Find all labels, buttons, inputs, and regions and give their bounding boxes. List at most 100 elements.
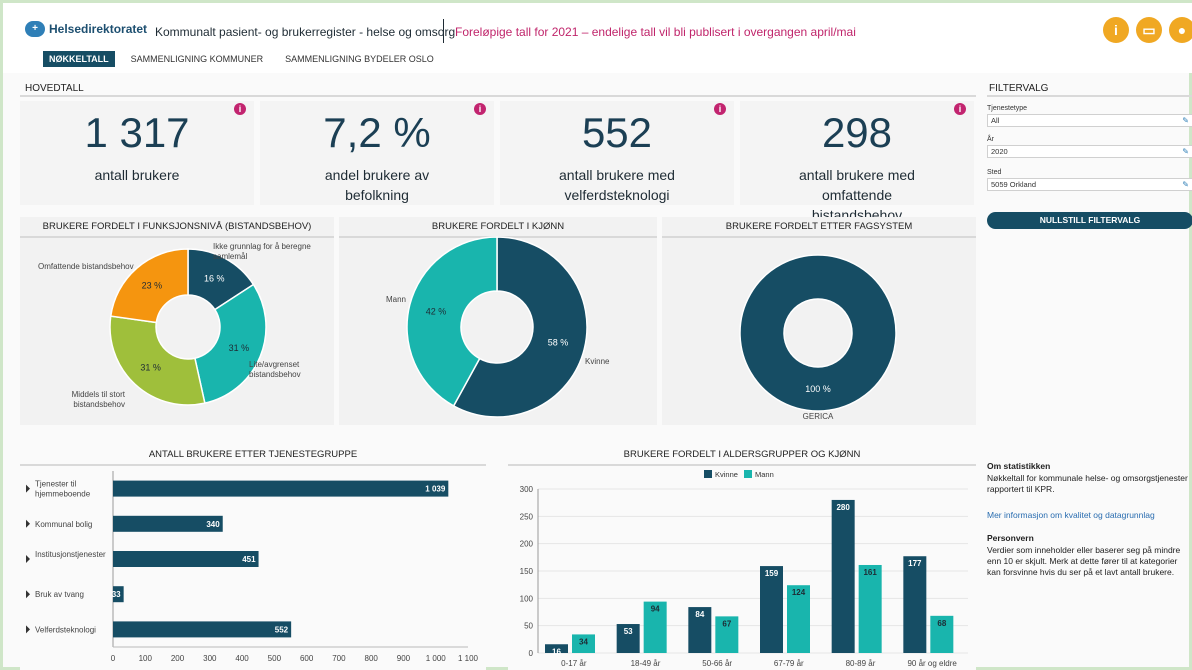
expand-arrow-icon [26, 555, 30, 563]
pie-chart-function-level: 16 % Ikke grunnlag for å beregne samlemål 3… [38, 242, 311, 409]
filter-label: Tjenestetype [987, 105, 1028, 112]
filter-label: Sted [987, 169, 1002, 176]
tab-nokkeltall[interactable]: NØKKELTALL [43, 51, 115, 67]
x-tick-label: 800 [365, 654, 379, 663]
about-link[interactable]: Mer informasjon om kvalitet og datagrunn… [987, 510, 1192, 521]
x-tick-label: 1 100 [458, 654, 479, 663]
expand-arrow-icon [26, 484, 30, 493]
privacy-text: Verdier som inneholder eller baserer seg… [987, 545, 1181, 577]
edit-icon[interactable]: ✎ [1182, 180, 1189, 189]
pie-chart-gender: 58 % Kvinne 42 % Mann [386, 236, 610, 418]
kpi-label: antall brukere [94, 167, 180, 183]
y-tick-label: 300 [520, 485, 534, 494]
y-tick-label: 150 [520, 567, 534, 576]
filter-value: 5059 Orkland [991, 180, 1037, 189]
data-label: 100 % [805, 384, 831, 394]
data-label: 16 % [204, 274, 225, 284]
category-label: Tjenester til hjemmeboende [35, 480, 91, 499]
reset-filters-button[interactable]: NULLSTILL FILTERVALG [987, 212, 1192, 229]
chart-panel-system: BRUKERE FORDELT ETTER FAGSYSTEM 100 % GER… [662, 217, 976, 425]
data-label: 552 [275, 625, 289, 634]
x-tick-label: 400 [235, 654, 249, 663]
y-tick-label: 100 [520, 594, 534, 603]
data-label: 161 [863, 568, 877, 577]
logo-text: Helsedirektoratet [49, 22, 148, 36]
bar [113, 551, 259, 567]
bar [831, 499, 855, 653]
x-tick-label: 18-49 år [631, 659, 661, 668]
tab-bar: NØKKELTALL SAMMENLIGNING KOMMUNER SAMMEN… [43, 51, 440, 67]
edit-icon[interactable]: ✎ [1182, 116, 1189, 125]
legend-label: Kvinne [715, 470, 738, 479]
info-icon[interactable]: i [1103, 17, 1129, 43]
print-icon[interactable]: ▭ [1136, 17, 1162, 43]
header-divider [443, 19, 444, 43]
bar-chart-service-group: 0 100 200 300 400 500 600 700 800 900 1 000 1 100 1 … [26, 471, 479, 663]
data-label: 67 [722, 619, 731, 628]
filter-year-select[interactable]: 2020 ✎ [987, 145, 1192, 158]
kpi-value: 7,2 % [323, 109, 431, 156]
x-tick-label: 600 [300, 654, 314, 663]
bar [760, 566, 783, 653]
category-label: Ikke grunnlag for å beregne samlemål [213, 242, 311, 261]
x-tick-label: 80-89 år [846, 659, 876, 668]
logo[interactable]: + Helsedirektoratet [25, 21, 147, 37]
section-divider [20, 95, 976, 97]
data-label: 31 % [140, 362, 161, 372]
category-label: Middels til stort bistandsbehov [72, 390, 126, 409]
x-tick-label: 0-17 år [561, 659, 587, 668]
y-tick-label: 50 [524, 622, 533, 631]
share-icon[interactable]: ● [1169, 17, 1192, 43]
tab-sammenligning-kommuner[interactable]: SAMMENLIGNING KOMMUNER [125, 51, 270, 67]
kpi-label: andel brukere av befolkning [324, 167, 430, 203]
category-label: GERICA [803, 412, 834, 421]
filter-label: År [987, 136, 994, 143]
kpi-label: antall brukere med velferdsteknologi [559, 167, 675, 203]
x-tick-label: 1 000 [426, 654, 447, 663]
filter-value: 2020 [991, 147, 1008, 156]
chart-panel-gender: BRUKERE FORDELT I KJØNN 58 % Kvinne 42 % Ma… [339, 217, 657, 425]
bar [903, 556, 927, 653]
logo-mark-icon: + [25, 21, 45, 37]
tab-sammenligning-bydeler[interactable]: SAMMENLIGNING BYDELER OSLO [279, 51, 440, 67]
category-label: Omfattende bistandsbehov [38, 262, 134, 271]
edit-icon[interactable]: ✎ [1182, 147, 1189, 156]
data-label: 33 [112, 590, 121, 599]
pie-chart-system: 100 % GERICA [739, 254, 897, 421]
data-label: 31 % [229, 343, 250, 353]
chart-panel-function-level: BRUKERE FORDELT I FUNKSJONSNIVÅ (BISTAND… [20, 217, 334, 425]
category-label: Lite/avgrenset bistandsbehov [249, 360, 301, 379]
data-label: 1 039 [425, 485, 446, 494]
app-window: + Helsedirektoratet Kommunalt pasient- o… [0, 0, 1192, 670]
section-title: HOVEDTALL [25, 83, 84, 94]
expand-arrow-icon [26, 590, 30, 599]
x-tick-label: 700 [332, 654, 346, 663]
data-label: 84 [695, 610, 704, 619]
x-tick-label: 500 [268, 654, 282, 663]
y-tick-label: 200 [520, 540, 534, 549]
data-label: 23 % [142, 280, 163, 290]
kpi-card: i 7,2 % andel brukere av befolkning [260, 101, 494, 205]
expand-arrow-icon [26, 625, 30, 634]
filter-tjenestetype-select[interactable]: All ✎ [987, 114, 1192, 127]
category-label: Kommunal bolig [35, 520, 92, 529]
filter-place-select[interactable]: 5059 Orkland ✎ [987, 178, 1192, 191]
privacy-title: Personvern [987, 533, 1034, 543]
x-tick-label: 100 [139, 654, 153, 663]
data-label: 34 [579, 637, 588, 646]
x-tick-label: 90 år og eldre [907, 659, 957, 668]
category-label: Institusjonstjenester [35, 550, 106, 559]
x-tick-label: 900 [397, 654, 411, 663]
data-label: 280 [836, 503, 850, 512]
bar-chart-age-gender: 0 50 100 150 200 250 300 Kvinne Mann 16 34 0-17 år 5… [520, 470, 968, 668]
data-label: 53 [624, 627, 633, 636]
legend-label: Mann [755, 470, 774, 479]
legend-swatch [744, 470, 752, 478]
data-label: 451 [242, 555, 256, 564]
data-label: 58 % [548, 338, 569, 348]
bar [113, 621, 292, 638]
expand-arrow-icon [26, 519, 30, 528]
chart-panel-age-gender: BRUKERE FORDELT I ALDERSGRUPPER OG KJØNN… [508, 445, 976, 670]
data-label: 340 [206, 520, 220, 529]
category-label: Velferdsteknologi [35, 625, 96, 634]
